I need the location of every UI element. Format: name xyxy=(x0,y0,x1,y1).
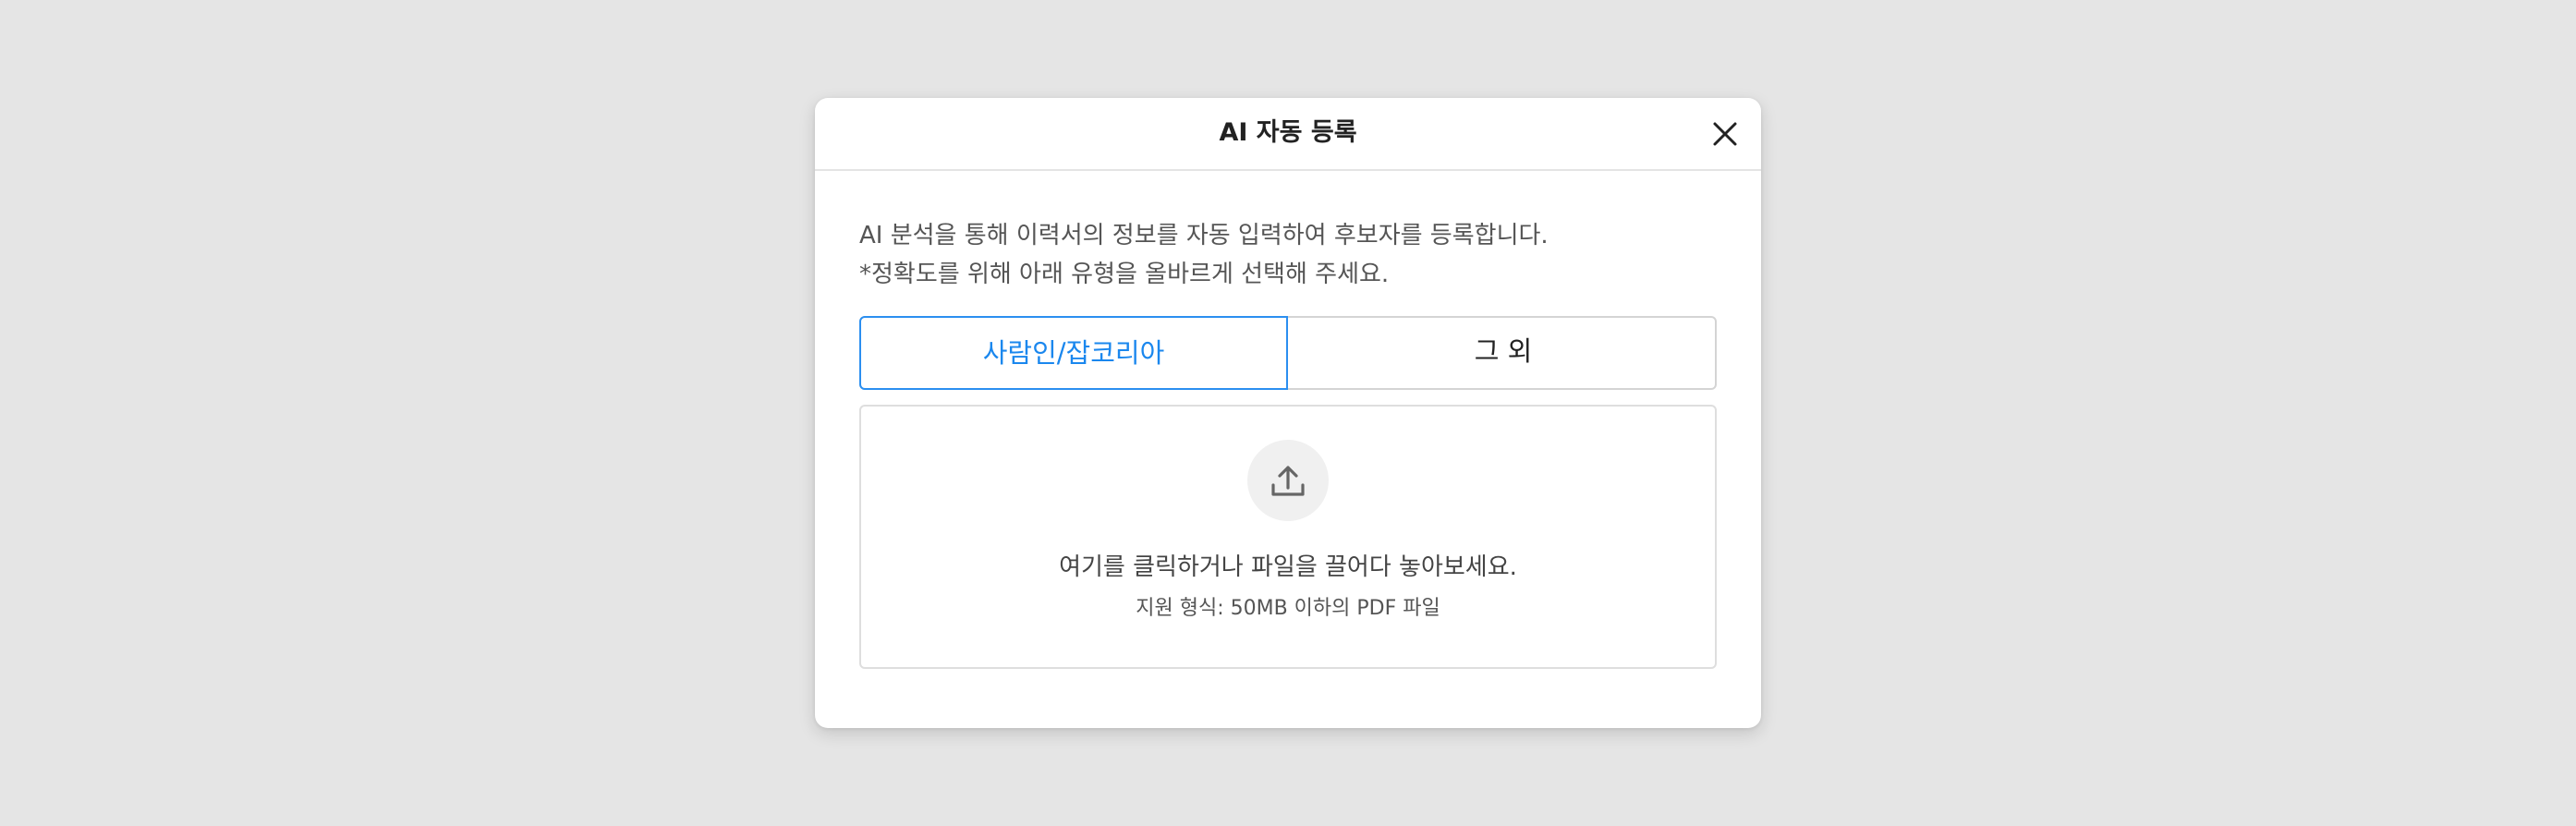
resume-type-tabs: 사람인/잡코리아 그 외 xyxy=(859,316,1717,390)
modal-description: AI 분석을 통해 이력서의 정보를 자동 입력하여 후보자를 등록합니다. *… xyxy=(859,216,1719,294)
modal-header: AI 자동 등록 xyxy=(815,98,1761,171)
description-line-1: AI 분석을 통해 이력서의 정보를 자동 입력하여 후보자를 등록합니다. xyxy=(859,222,1549,249)
dropzone-instruction: 여기를 클릭하거나 파일을 끌어다 놓아보세요. xyxy=(1059,553,1517,581)
upload-icon xyxy=(1271,466,1305,496)
dropzone-supported-format: 지원 형식: 50MB 이하의 PDF 파일 xyxy=(1136,597,1440,620)
ai-auto-register-modal: AI 자동 등록 AI 분석을 통해 이력서의 정보를 자동 입력하여 후보자를… xyxy=(815,98,1761,728)
tab-other[interactable]: 그 외 xyxy=(1288,316,1719,390)
close-icon xyxy=(1713,122,1737,146)
description-line-2: *정확도를 위해 아래 유형을 올바르게 선택해 주세요. xyxy=(859,261,1390,288)
modal-title: AI 자동 등록 xyxy=(1219,118,1357,147)
upload-button[interactable] xyxy=(1247,440,1329,521)
close-button[interactable] xyxy=(1707,116,1743,152)
tab-saramin-jobkorea[interactable]: 사람인/잡코리아 xyxy=(859,316,1288,390)
file-dropzone[interactable]: 여기를 클릭하거나 파일을 끌어다 놓아보세요. 지원 형식: 50MB 이하의… xyxy=(859,405,1717,669)
